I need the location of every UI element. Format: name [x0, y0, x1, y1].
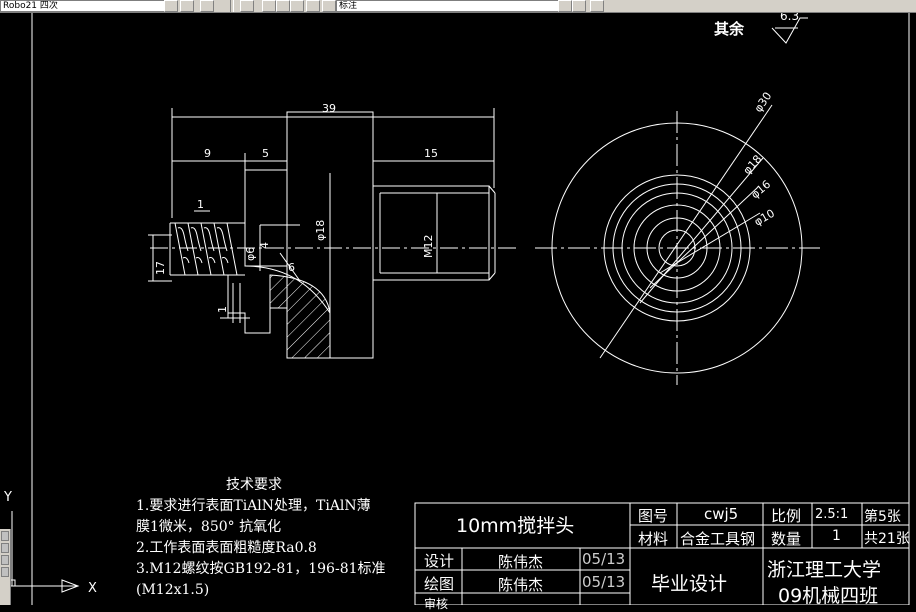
dim-left-len: 9	[204, 147, 211, 160]
check-label: 审核	[424, 597, 449, 611]
sun-icon[interactable]	[290, 0, 304, 12]
layer-manager-icon[interactable]	[240, 0, 254, 12]
axis-x-label: X	[88, 581, 97, 596]
section-hatch	[269, 274, 331, 359]
total-sheets: 共21张	[864, 531, 910, 547]
dropdown-arrow-icon[interactable]	[164, 0, 178, 12]
doc-type: 毕业设计	[651, 573, 728, 595]
lightbulb-icon[interactable]	[276, 0, 290, 12]
dock-button-icon[interactable]	[1, 531, 9, 541]
dim-c10: φ10	[752, 207, 777, 229]
dim-tooth: 1	[197, 198, 204, 211]
technical-notes: 技术要求 1.要求进行表面TiAlN处理，TiAlN薄 膜1微米，850° 抗氧…	[136, 475, 386, 601]
color-square-icon[interactable]	[322, 0, 336, 12]
material-label: 材料	[638, 530, 669, 548]
dim-right-len: 15	[424, 147, 438, 160]
class-name: 09机械四班	[778, 585, 879, 607]
part-name: 10mm搅拌头	[456, 515, 575, 537]
note-line-3: 2.工作表面表面粗糙度Ra0.8	[136, 540, 317, 556]
note-line-2: 膜1微米，850° 抗氧化	[136, 519, 282, 535]
drawing-no: cwj5	[704, 505, 739, 523]
note-line-4: 3.M12螺纹按GB192-81，196-81标准	[136, 561, 386, 577]
qty-label: 数量	[771, 530, 802, 548]
roughness-value: 6.3	[780, 13, 799, 23]
design-label: 设计	[424, 552, 455, 570]
make-current-icon[interactable]	[572, 0, 586, 12]
drawing-no-label: 图号	[638, 507, 669, 525]
notes-title: 技术要求	[226, 477, 282, 493]
layer-previous-icon[interactable]	[590, 0, 604, 12]
qty-value: 1	[832, 528, 841, 544]
layer-dropdown[interactable]: 标注	[336, 0, 560, 12]
note-line-1: 1.要求进行表面TiAlN处理，TiAlN薄	[136, 498, 371, 514]
dim-c16: φ16	[749, 178, 774, 202]
dimension-lines	[148, 108, 495, 319]
dim-mid-len: 5	[262, 147, 269, 160]
designer-name: 陈伟杰	[498, 553, 544, 571]
save-icon[interactable]	[200, 0, 214, 12]
scale-value: 2.5:1	[815, 507, 849, 522]
note-line-5: (M12x1.5)	[136, 582, 210, 598]
layer-dropdown-arrow-icon[interactable]	[558, 0, 572, 12]
dim-seventeen: 17	[154, 261, 167, 275]
design-date: 05/13	[582, 550, 626, 568]
scale-label: 比例	[771, 507, 802, 525]
lock-icon[interactable]	[306, 0, 320, 12]
circular-view	[535, 104, 820, 385]
roughness-label: 其余	[714, 20, 745, 38]
dim-six: 6	[288, 261, 295, 274]
dim-dia6: φ6	[244, 247, 257, 261]
text-style-manager-icon[interactable]	[180, 0, 194, 12]
dim-overall: 39	[322, 102, 336, 115]
layer-state-icon[interactable]	[262, 0, 276, 12]
axis-y-label: Y	[3, 490, 12, 505]
draw-label: 绘图	[424, 575, 455, 593]
m12-shank	[372, 185, 490, 281]
drawer-name: 陈伟杰	[498, 576, 544, 594]
toolbar: Robo21 四次 标注	[0, 0, 916, 13]
dim-dia18: φ18	[314, 220, 327, 241]
text-style-dropdown[interactable]: Robo21 四次	[0, 0, 167, 12]
dim-four: 4	[258, 242, 271, 249]
dim-c30: φ30	[752, 90, 775, 115]
dock-button-icon[interactable]	[1, 555, 9, 565]
sheet-number: 第5张	[864, 509, 901, 525]
drawing-area[interactable]: 39 9 5 15 1 17 φ18 M12 φ6 4 6 1 φ30 φ18 …	[0, 13, 916, 611]
dock-button-icon[interactable]	[1, 567, 9, 577]
left-dock-strip	[0, 529, 11, 605]
dim-c18: φ18	[741, 153, 765, 178]
ucs-axis-icon	[8, 511, 80, 593]
school-name: 浙江理工大学	[767, 559, 882, 581]
toolbar-separator	[230, 0, 234, 12]
draw-date: 05/13	[582, 573, 626, 591]
dock-button-icon[interactable]	[1, 543, 9, 553]
dim-m12: M12	[422, 235, 435, 259]
pin-thread	[169, 222, 245, 276]
dim-one-low: 1	[216, 306, 229, 313]
material-value: 合金工具钢	[680, 530, 756, 548]
